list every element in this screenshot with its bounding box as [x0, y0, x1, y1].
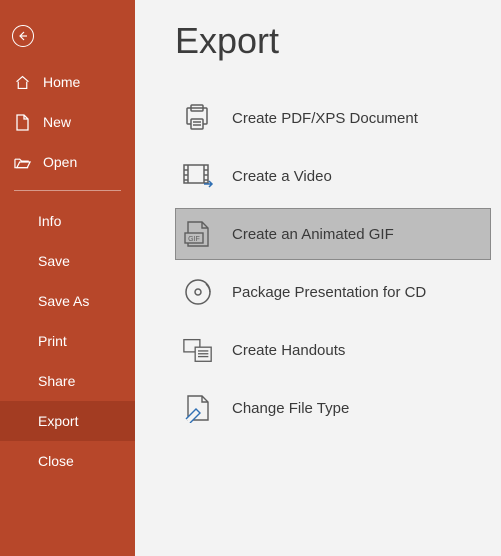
option-label: Create an Animated GIF [232, 226, 394, 243]
sidebar-item-close[interactable]: Close [0, 441, 135, 481]
back-button[interactable] [12, 25, 34, 47]
new-icon [14, 114, 31, 131]
cd-icon [182, 276, 214, 308]
nav-new[interactable]: New [0, 102, 135, 142]
pdf-xps-icon [182, 102, 214, 134]
sidebar-item-save[interactable]: Save [0, 241, 135, 281]
option-label: Create Handouts [232, 342, 345, 359]
backstage-sidebar: Home New Open Info Save Save As Print Sh… [0, 0, 135, 556]
sidebar-item-share[interactable]: Share [0, 361, 135, 401]
video-icon [182, 160, 214, 192]
sidebar-item-export[interactable]: Export [0, 401, 135, 441]
export-option-handouts[interactable]: Create Handouts [175, 324, 491, 376]
handouts-icon [182, 334, 214, 366]
export-option-video[interactable]: Create a Video [175, 150, 491, 202]
sidebar-item-label: Close [38, 453, 74, 469]
sidebar-item-info[interactable]: Info [0, 201, 135, 241]
nav-label: Open [43, 154, 77, 170]
change-file-type-icon [182, 392, 214, 424]
export-option-animated-gif[interactable]: GIF Create an Animated GIF [175, 208, 491, 260]
page-title: Export [175, 20, 501, 62]
sidebar-item-label: Save As [38, 293, 89, 309]
export-option-package-cd[interactable]: Package Presentation for CD [175, 266, 491, 318]
open-icon [14, 154, 31, 171]
option-label: Change File Type [232, 400, 349, 417]
svg-text:GIF: GIF [188, 236, 200, 243]
option-label: Package Presentation for CD [232, 284, 426, 301]
sidebar-item-save-as[interactable]: Save As [0, 281, 135, 321]
sidebar-item-label: Export [38, 413, 78, 429]
home-icon [14, 74, 31, 91]
back-row [0, 10, 135, 62]
export-option-change-file-type[interactable]: Change File Type [175, 382, 491, 434]
main-panel: Export Create PDF/XPS Document Cre [135, 0, 501, 556]
nav-home[interactable]: Home [0, 62, 135, 102]
sidebar-item-label: Save [38, 253, 70, 269]
gif-icon: GIF [182, 218, 214, 250]
nav-label: Home [43, 74, 80, 90]
option-label: Create PDF/XPS Document [232, 110, 418, 127]
sidebar-divider [14, 190, 121, 191]
sidebar-item-label: Share [38, 373, 75, 389]
sidebar-item-print[interactable]: Print [0, 321, 135, 361]
sidebar-item-label: Info [38, 213, 61, 229]
sidebar-item-label: Print [38, 333, 67, 349]
nav-open[interactable]: Open [0, 142, 135, 182]
back-arrow-icon [17, 30, 29, 42]
option-label: Create a Video [232, 168, 332, 185]
nav-label: New [43, 114, 71, 130]
export-option-pdf-xps[interactable]: Create PDF/XPS Document [175, 92, 491, 144]
